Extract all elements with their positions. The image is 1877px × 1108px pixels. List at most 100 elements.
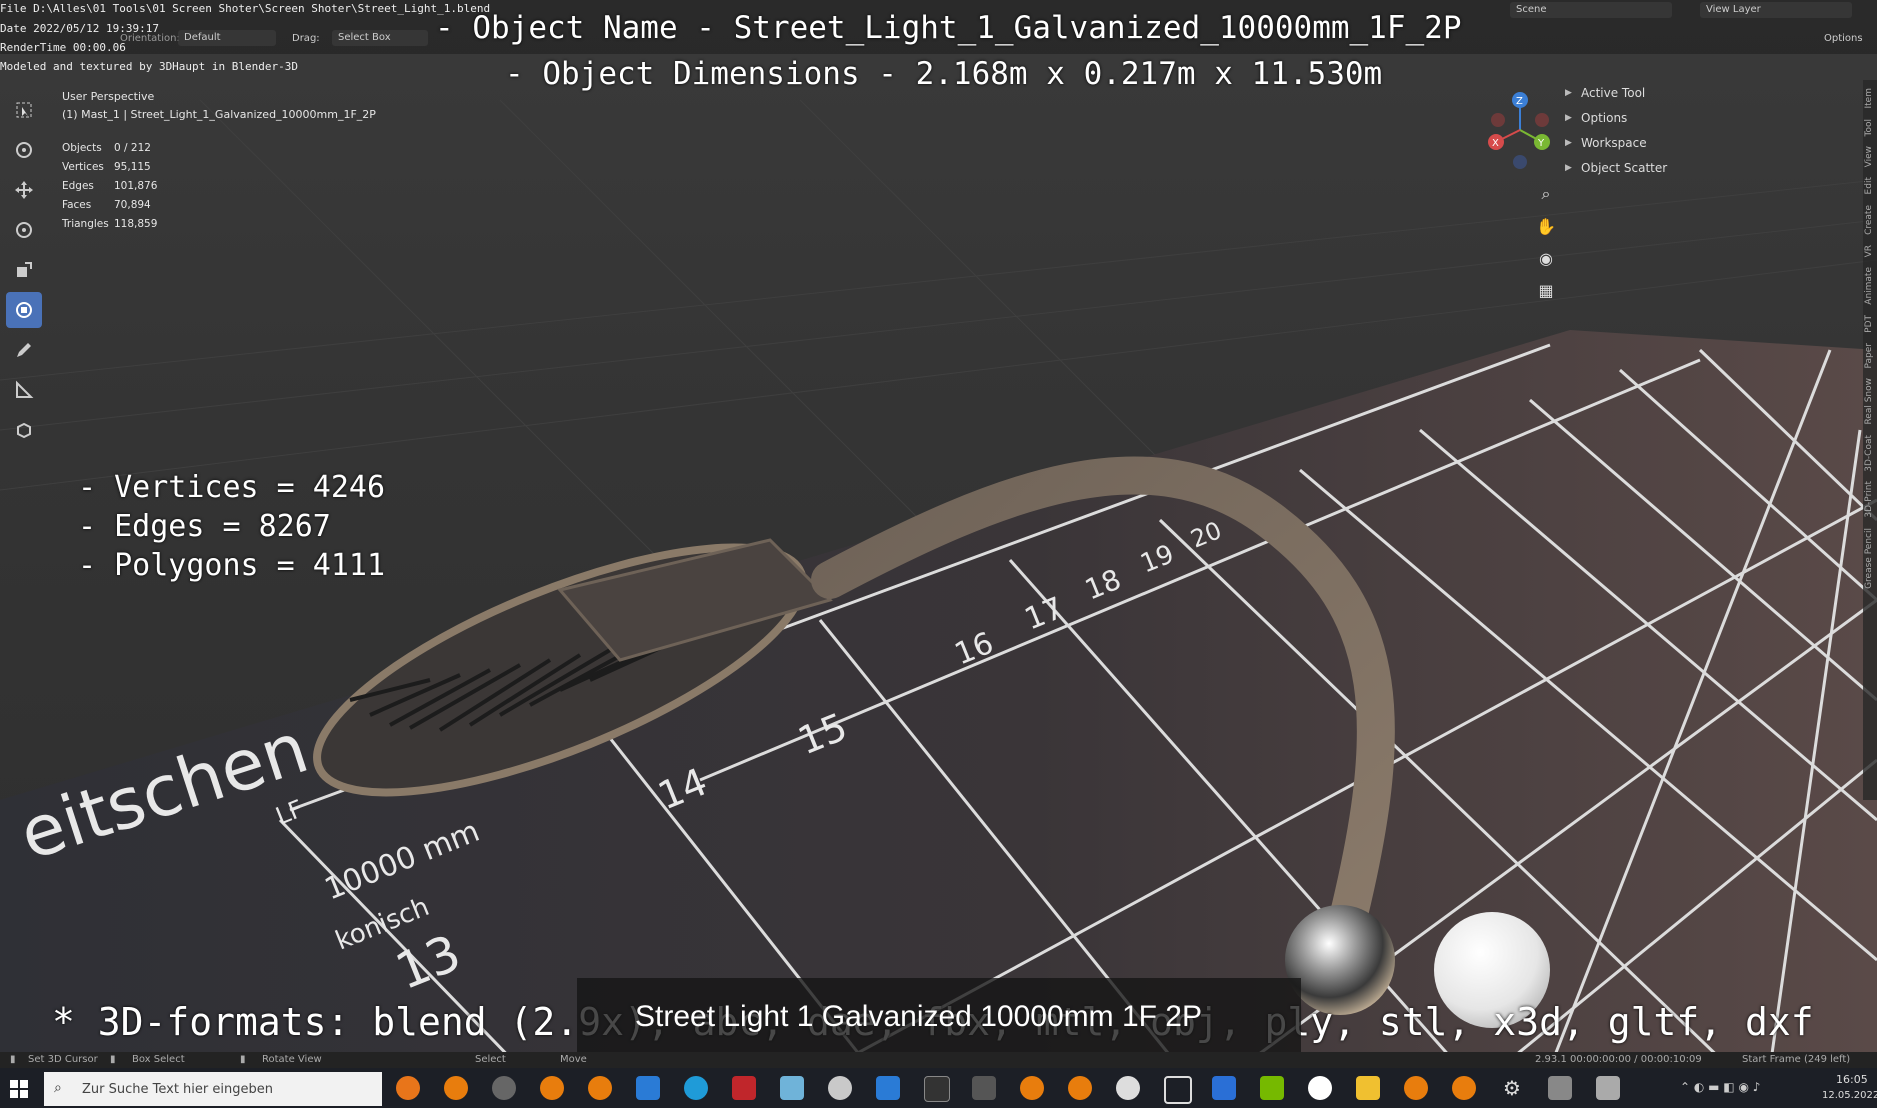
blender-icon[interactable] <box>1452 1076 1476 1100</box>
status-select: Select <box>475 1054 506 1065</box>
annotate-tool[interactable] <box>6 332 42 368</box>
edges-overlay: - Edges = 8267 <box>78 509 331 544</box>
cursor-tool[interactable] <box>6 132 42 168</box>
nvidia-icon[interactable] <box>1260 1076 1284 1100</box>
cube-add-icon <box>17 422 31 439</box>
tab-view[interactable]: View <box>1864 146 1874 167</box>
grid-view-icon[interactable]: ▦ <box>1530 274 1562 306</box>
zoom-icon[interactable]: ⌕ <box>1530 178 1562 210</box>
mouse-left-icon: ▮ <box>10 1054 16 1065</box>
navigation-gizmo[interactable]: Z Y X <box>1480 90 1560 170</box>
app-icon[interactable] <box>492 1076 516 1100</box>
tab-3d-coat[interactable]: 3D-Coat <box>1864 435 1874 472</box>
move-icon <box>15 181 33 199</box>
terminal-icon[interactable] <box>924 1076 950 1102</box>
mail-icon[interactable] <box>636 1076 660 1100</box>
app-icon[interactable] <box>1596 1076 1620 1100</box>
camera-icon[interactable]: ◉ <box>1530 242 1562 274</box>
tab-grease-pencil[interactable]: Grease Pencil <box>1864 528 1874 589</box>
taskbar-search-box[interactable]: ⌕ Zur Suche Text hier eingeben <box>44 1072 382 1106</box>
app-icon[interactable] <box>1548 1076 1572 1100</box>
blender-icon[interactable] <box>444 1076 468 1100</box>
pan-hand-icon[interactable]: ✋ <box>1530 210 1562 242</box>
stat-value: 70,894 <box>114 198 151 211</box>
tab-item[interactable]: Item <box>1864 88 1874 109</box>
tab-pdt[interactable]: PDT <box>1864 315 1874 333</box>
stat-label: Triangles <box>62 217 109 230</box>
tab-3d-print[interactable]: 3D-Print <box>1864 481 1874 518</box>
cube-icon[interactable] <box>1164 1076 1192 1104</box>
select-icon <box>16 102 32 118</box>
gear-icon[interactable]: ⚙ <box>1500 1076 1524 1100</box>
blender-icon[interactable] <box>1020 1076 1044 1100</box>
drag-dropdown[interactable]: Select Box <box>332 30 428 46</box>
orientation-value: Default <box>184 32 221 43</box>
status-rotate-view: Rotate View <box>262 1054 322 1065</box>
panel-options[interactable]: ▶ Options <box>1565 105 1865 130</box>
stat-value: 0 / 212 <box>114 141 151 154</box>
orientation-label: Orientation: <box>120 33 180 44</box>
status-version: 2.93.1 00:00:00:00 / 00:00:10:09 <box>1535 1054 1702 1065</box>
cursor-icon <box>16 142 32 158</box>
blender-icon[interactable] <box>1068 1076 1092 1100</box>
view-layer-selector[interactable]: View Layer <box>1700 2 1852 18</box>
firefox-icon[interactable] <box>396 1076 420 1100</box>
panel-object-scatter[interactable]: ▶ Object Scatter <box>1565 155 1865 180</box>
gizmo-z-label: Z <box>1516 96 1523 107</box>
panel-label: Object Scatter <box>1581 160 1668 175</box>
panel-workspace[interactable]: ▶ Workspace <box>1565 130 1865 155</box>
tray-icons[interactable]: ⌃ ◐ ▬ ◧ ◉ ♪ <box>1680 1080 1760 1094</box>
pencil-icon <box>17 343 31 357</box>
tab-edit[interactable]: Edit <box>1864 177 1874 194</box>
status-bar: ▮ Set 3D Cursor ▮ Box Select ▮ Rotate Vi… <box>0 1052 1877 1068</box>
stat-label: Objects <box>62 141 102 154</box>
stat-row: Objects 0 / 212 <box>62 138 157 157</box>
blender-icon[interactable] <box>540 1076 564 1100</box>
scale-tool[interactable] <box>6 252 42 288</box>
tab-create[interactable]: Create <box>1864 205 1874 235</box>
tab-vr[interactable]: VR <box>1864 245 1874 257</box>
app-icon[interactable] <box>1308 1076 1332 1100</box>
tab-real-snow[interactable]: Real Snow <box>1864 378 1874 425</box>
stat-value: 118,859 <box>114 217 158 230</box>
search-placeholder: Zur Suche Text hier eingeben <box>82 1082 273 1097</box>
app-icon[interactable] <box>972 1076 996 1100</box>
app-icon[interactable] <box>828 1076 852 1100</box>
panel-active-tool[interactable]: ▶ Active Tool <box>1565 80 1865 105</box>
select-box-tool[interactable] <box>6 92 42 128</box>
app-icon[interactable] <box>780 1076 804 1100</box>
status-start-frame: Start Frame (249 left) <box>1742 1054 1851 1065</box>
windows-taskbar: ⌕ Zur Suche Text hier eingeben ⚙ ⌃ ◐ ▬ ◧… <box>0 1068 1877 1108</box>
app-icon[interactable] <box>732 1076 756 1100</box>
tab-animate[interactable]: Animate <box>1864 267 1874 305</box>
rotate-tool[interactable] <box>6 212 42 248</box>
add-cube-tool[interactable] <box>6 412 42 448</box>
stat-value: 95,115 <box>114 160 151 173</box>
stat-label: Edges <box>62 179 94 192</box>
stat-label: Vertices <box>62 160 104 173</box>
status-box-select: Box Select <box>132 1054 185 1065</box>
options-button[interactable]: Options <box>1824 33 1863 44</box>
move-tool[interactable] <box>6 172 42 208</box>
app-icon[interactable] <box>876 1076 900 1100</box>
orientation-dropdown[interactable]: Default <box>178 30 276 46</box>
edge-icon[interactable] <box>684 1076 708 1100</box>
tab-paper[interactable]: Paper <box>1864 343 1874 369</box>
app-icon[interactable] <box>1116 1076 1140 1100</box>
tab-tool[interactable]: Tool <box>1864 119 1874 136</box>
transform-icon <box>16 302 32 318</box>
windows-start-icon[interactable] <box>10 1080 28 1098</box>
blender-icon[interactable] <box>1404 1076 1428 1100</box>
blender-icon[interactable] <box>588 1076 612 1100</box>
chevron-right-icon: ▶ <box>1565 112 1572 123</box>
calendar-icon[interactable] <box>1212 1076 1236 1100</box>
chevron-right-icon: ▶ <box>1565 137 1572 148</box>
measure-tool[interactable] <box>6 372 42 408</box>
search-icon: ⌕ <box>54 1080 62 1096</box>
folder-icon[interactable] <box>1356 1076 1380 1100</box>
mouse-middle-icon: ▮ <box>240 1054 246 1065</box>
status-move: Move <box>560 1054 587 1065</box>
transform-tool[interactable] <box>6 292 42 328</box>
stat-row: Vertices 95,115 <box>62 157 157 176</box>
scene-selector[interactable]: Scene <box>1510 2 1672 18</box>
